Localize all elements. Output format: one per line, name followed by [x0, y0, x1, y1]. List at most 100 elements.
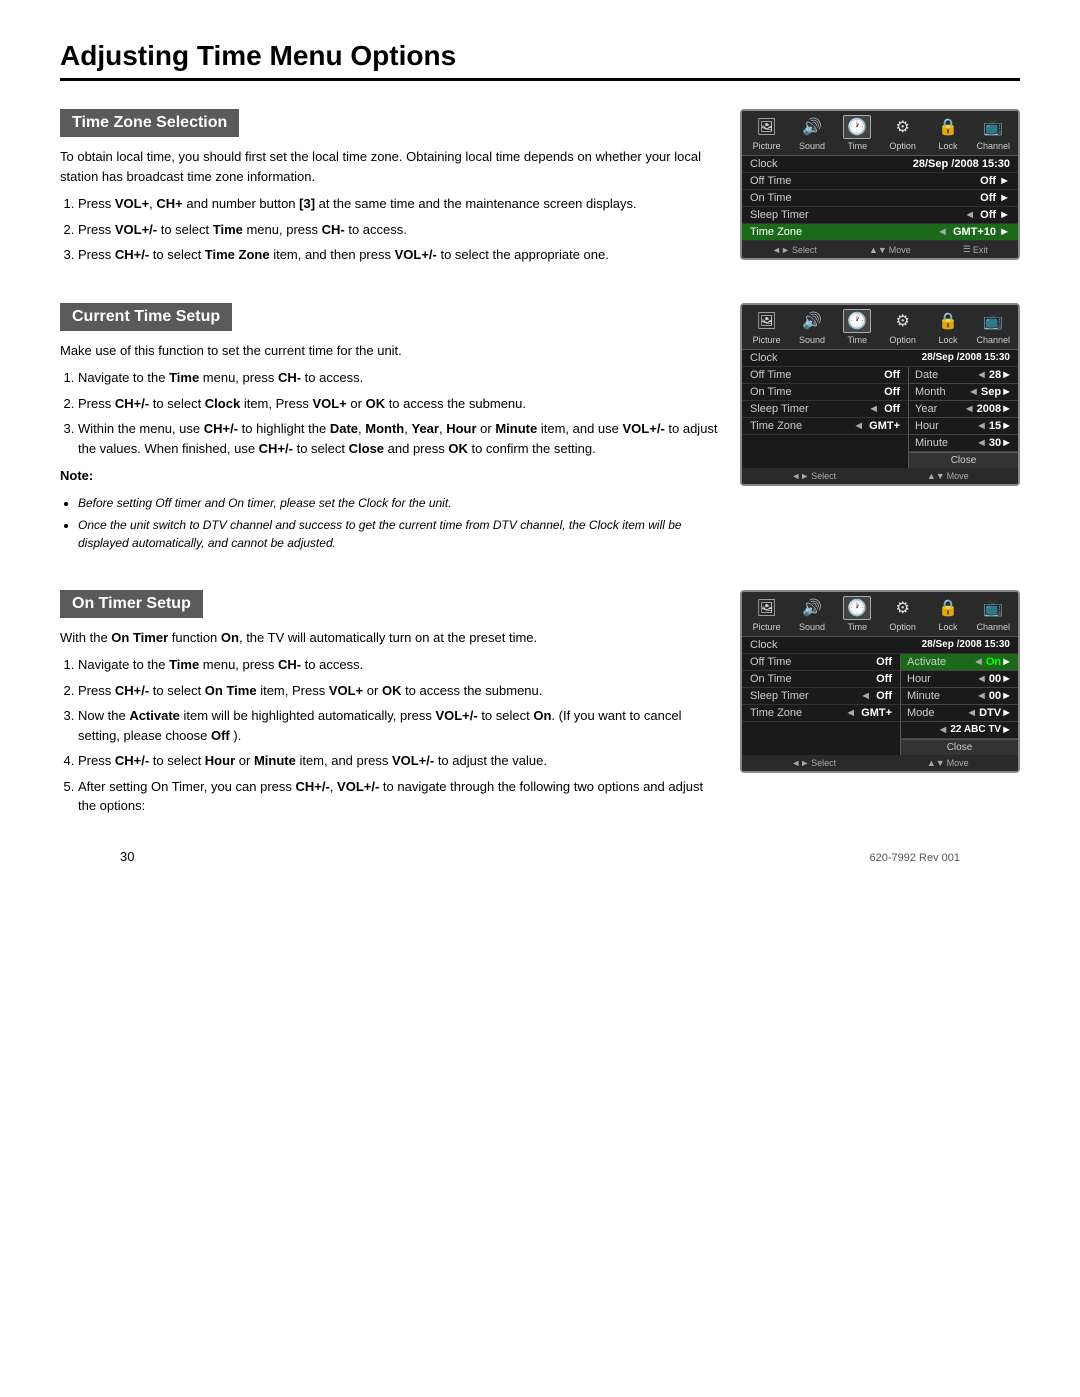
tv-menu-3: Clock28/Sep /2008 15:30 Off TimeOff On T… [742, 637, 1018, 755]
steps-list-on-timer: Navigate to the Time menu, press CH- to … [78, 655, 720, 816]
tv-icons-row: 🖼 Picture 🔊 Sound 🕐 Time ⚙ Option 🔒 Lock… [742, 111, 1018, 156]
menu-row-clock: Clock28/Sep /2008 15:30 [742, 156, 1018, 173]
section-text-time-zone: Time Zone Selection To obtain local time… [60, 109, 720, 273]
submenu-panel: Date◄ 28 ► Month◄ Sep ► Year◄ 2008 ► Hou… [908, 367, 1018, 468]
tv-icon-channel: 📺 Channel [973, 596, 1013, 632]
select-icon: ◄► [772, 245, 790, 255]
submenu-row-minute: Minute◄ 30 ► [909, 435, 1018, 452]
menu-row-timezone: Time Zone◄ GMT+10 ► [742, 224, 1018, 241]
tv-footer-3: ◄► Select ▲▼ Move [742, 755, 1018, 771]
move-icon: ▲▼ [869, 245, 887, 255]
section-paragraph: To obtain local time, you should first s… [60, 147, 720, 186]
menu-row-ontime: On TimeOff [742, 671, 900, 688]
tv-icon-sound: 🔊 Sound [792, 596, 832, 632]
time-icon: 🕐 [843, 596, 871, 620]
tv-icon-time: 🕐 Time [837, 309, 877, 345]
tv-icon-lock: 🔒 Lock [928, 309, 968, 345]
option-icon: ⚙ [889, 115, 917, 139]
section-paragraph: Make use of this function to set the cur… [60, 341, 720, 361]
tv-icon-option: ⚙ Option [883, 596, 923, 632]
page-number: 30 [120, 849, 134, 864]
section-paragraph: With the On Timer function On, the TV wi… [60, 628, 720, 648]
steps-list-time-zone: Press VOL+, CH+ and number button [3] at… [78, 194, 720, 265]
tv-icon-picture: 🖼 Picture [747, 596, 787, 632]
submenu-row-mode: Mode◄ DTV ► [901, 705, 1018, 722]
tv-icon-channel: 📺 Channel [973, 309, 1013, 345]
section-time-zone: Time Zone Selection To obtain local time… [60, 109, 1020, 273]
submenu-row-year: Year◄ 2008 ► [909, 401, 1018, 418]
tv-icons-row: 🖼 Picture 🔊 Sound 🕐 Time ⚙ Option 🔒 Lock… [742, 592, 1018, 637]
revision-number: 620-7992 Rev 001 [869, 852, 960, 864]
menu-with-submenu-3: Off TimeOff On TimeOff Sleep Timer◄ Off … [742, 654, 1018, 755]
picture-icon: 🖼 [753, 115, 781, 139]
submenu-row-activate: Activate◄ On ► [901, 654, 1018, 671]
section-current-time: Current Time Setup Make use of this func… [60, 303, 1020, 560]
sound-icon: 🔊 [798, 115, 826, 139]
note-item: Before setting Off timer and On timer, p… [78, 494, 720, 512]
channel-icon: 📺 [979, 115, 1007, 139]
page-title: Adjusting Time Menu Options [60, 40, 1020, 81]
menu-row-clock: Clock28/Sep /2008 15:30 [742, 637, 1018, 654]
channel-icon: 📺 [979, 309, 1007, 333]
tv-menu-1: Clock28/Sep /2008 15:30 Off TimeOff ► On… [742, 156, 1018, 241]
tv-icons-row: 🖼 Picture 🔊 Sound 🕐 Time ⚙ Option 🔒 Lock… [742, 305, 1018, 350]
section-heading-time-zone: Time Zone Selection [60, 109, 239, 137]
sound-icon: 🔊 [798, 596, 826, 620]
tv-icon-option: ⚙ Option [883, 115, 923, 151]
step-item: Navigate to the Time menu, press CH- to … [78, 655, 720, 675]
select-icon: ◄► [791, 758, 809, 768]
menu-row-timezone: Time Zone◄ GMT+ [742, 418, 908, 435]
tv-icon-picture: 🖼 Picture [747, 115, 787, 151]
submenu-close: Close [909, 452, 1018, 468]
move-icon: ▲▼ [927, 758, 945, 768]
tv-icon-channel: 📺 Channel [973, 115, 1013, 151]
tv-icon-time: 🕐 Time [837, 596, 877, 632]
tv-screen-on-timer: 🖼 Picture 🔊 Sound 🕐 Time ⚙ Option 🔒 Lock… [740, 590, 1020, 773]
tv-icon-picture: 🖼 Picture [747, 309, 787, 345]
section-heading-current-time: Current Time Setup [60, 303, 232, 331]
section-text-current-time: Current Time Setup Make use of this func… [60, 303, 720, 560]
select-icon: ◄► [791, 471, 809, 481]
submenu-row-minute: Minute◄ 00 ► [901, 688, 1018, 705]
submenu-close: Close [901, 739, 1018, 755]
submenu-row-month: Month◄ Sep ► [909, 384, 1018, 401]
note-item: Once the unit switch to DTV channel and … [78, 516, 720, 552]
submenu-row-hour: Hour◄ 00 ► [901, 671, 1018, 688]
menu-row-sleep: Sleep Timer◄ Off [742, 401, 908, 418]
submenu-panel-3: Activate◄ On ► Hour◄ 00 ► Minute◄ 00 ► M… [900, 654, 1018, 755]
lock-icon: 🔒 [934, 309, 962, 333]
step-item: Press CH+/- to select Time Zone item, an… [78, 245, 720, 265]
tv-screen-current-time: 🖼 Picture 🔊 Sound 🕐 Time ⚙ Option 🔒 Lock… [740, 303, 1020, 486]
tv-footer-1: ◄► Select ▲▼ Move ☰ Exit [742, 241, 1018, 258]
sound-icon: 🔊 [798, 309, 826, 333]
picture-icon: 🖼 [753, 309, 781, 333]
main-menu-left-3: Off TimeOff On TimeOff Sleep Timer◄ Off … [742, 654, 900, 755]
menu-row-ontime: On TimeOff [742, 384, 908, 401]
picture-icon: 🖼 [753, 596, 781, 620]
tv-icon-sound: 🔊 Sound [792, 115, 832, 151]
steps-list-current-time: Navigate to the Time menu, press CH- to … [78, 368, 720, 458]
submenu-row-date: Date◄ 28 ► [909, 367, 1018, 384]
tv-screen-time-zone: 🖼 Picture 🔊 Sound 🕐 Time ⚙ Option 🔒 Lock… [740, 109, 1020, 260]
menu-with-submenu: Off TimeOff On TimeOff Sleep Timer◄ Off … [742, 367, 1018, 468]
step-item: Navigate to the Time menu, press CH- to … [78, 368, 720, 388]
submenu-row-hour: Hour◄ 15 ► [909, 418, 1018, 435]
menu-row-offtime: Off TimeOff [742, 367, 908, 384]
tv-icon-option: ⚙ Option [883, 309, 923, 345]
section-text-on-timer: On Timer Setup With the On Timer functio… [60, 590, 720, 824]
step-item: Press CH+/- to select On Time item, Pres… [78, 681, 720, 701]
step-item: After setting On Timer, you can press CH… [78, 777, 720, 816]
tv-menu-2: Clock28/Sep /2008 15:30 Off TimeOff On T… [742, 350, 1018, 468]
step-item: Press VOL+/- to select Time menu, press … [78, 220, 720, 240]
option-icon: ⚙ [889, 309, 917, 333]
exit-icon: ☰ [963, 244, 971, 255]
channel-icon: 📺 [979, 596, 1007, 620]
time-icon: 🕐 [843, 309, 871, 333]
section-on-timer: On Timer Setup With the On Timer functio… [60, 590, 1020, 824]
notes-list: Before setting Off timer and On timer, p… [78, 494, 720, 552]
tv-icon-lock: 🔒 Lock [928, 596, 968, 632]
tv-footer-2: ◄► Select ▲▼ Move [742, 468, 1018, 484]
menu-row-ontime: On TimeOff ► [742, 190, 1018, 207]
main-menu-left: Off TimeOff On TimeOff Sleep Timer◄ Off … [742, 367, 908, 468]
section-heading-on-timer: On Timer Setup [60, 590, 203, 618]
